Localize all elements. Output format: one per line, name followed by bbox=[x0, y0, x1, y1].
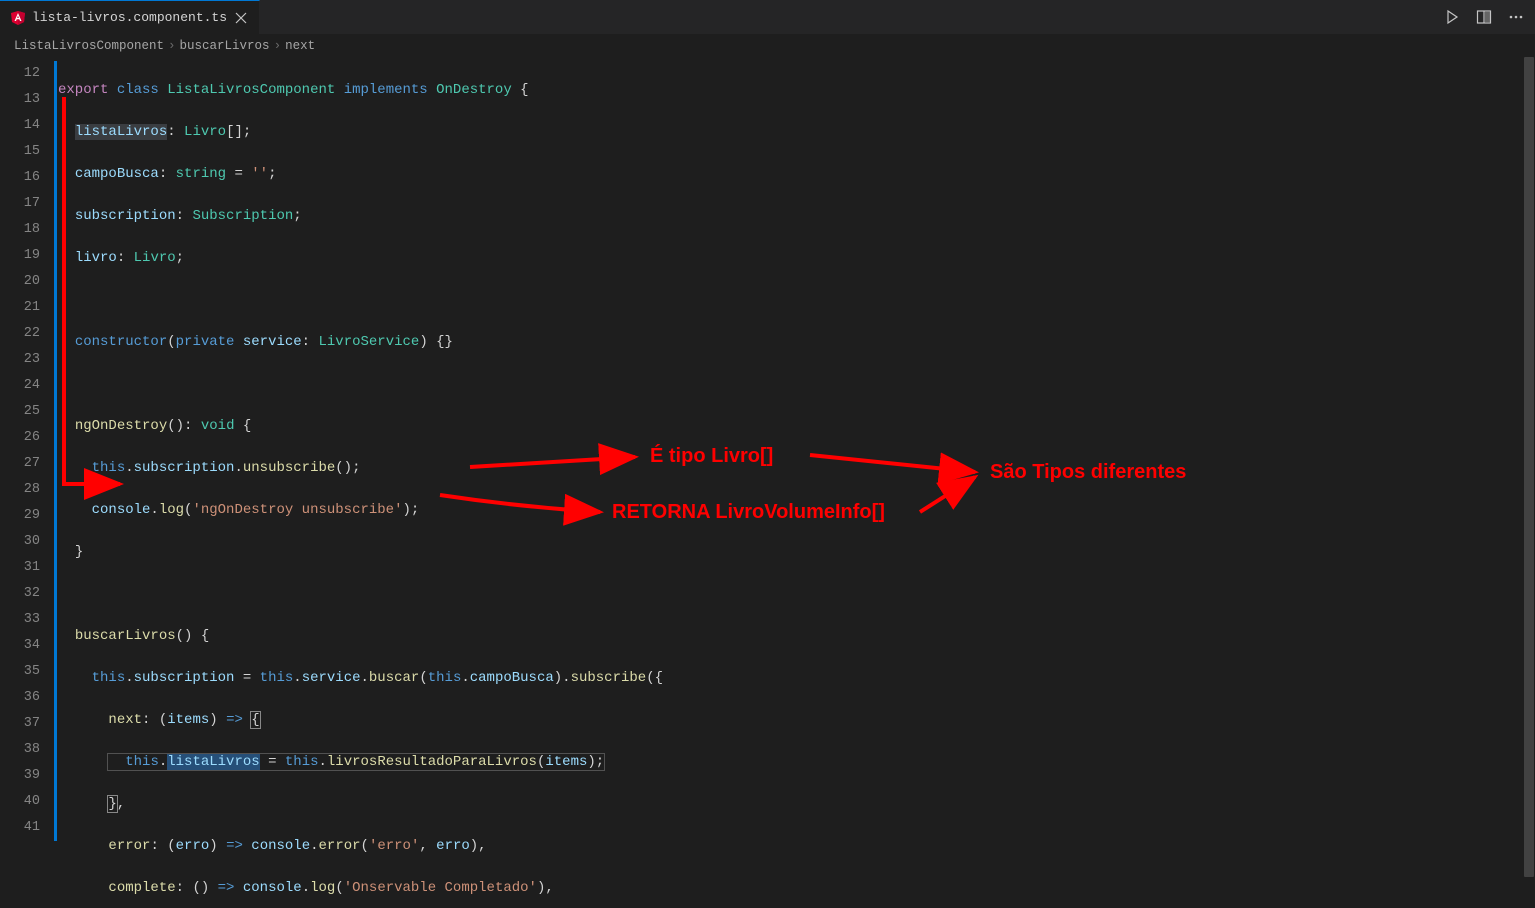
chevron-right-icon: › bbox=[168, 39, 176, 53]
angular-icon bbox=[10, 10, 26, 26]
breadcrumb-item[interactable]: next bbox=[285, 39, 315, 53]
run-icon[interactable] bbox=[1443, 8, 1461, 26]
tab-actions bbox=[1443, 0, 1535, 34]
close-icon[interactable] bbox=[233, 10, 249, 26]
tab-active[interactable]: lista-livros.component.ts bbox=[0, 0, 260, 34]
breadcrumb[interactable]: ListaLivrosComponent › buscarLivros › ne… bbox=[0, 35, 1535, 57]
line-gutter: 12 13 14 15 16 17 18 19 20 21 22 23 24 2… bbox=[0, 57, 58, 908]
more-icon[interactable] bbox=[1507, 8, 1525, 26]
tab-bar: lista-livros.component.ts bbox=[0, 0, 1535, 35]
scm-modified-indicator bbox=[54, 61, 57, 841]
breadcrumb-item[interactable]: ListaLivrosComponent bbox=[14, 39, 164, 53]
chevron-right-icon: › bbox=[274, 39, 282, 53]
code-content[interactable]: export class ListaLivrosComponent implem… bbox=[58, 57, 1535, 908]
scrollbar-thumb[interactable] bbox=[1524, 57, 1534, 877]
code-editor[interactable]: 12 13 14 15 16 17 18 19 20 21 22 23 24 2… bbox=[0, 57, 1535, 908]
vertical-scrollbar[interactable] bbox=[1521, 57, 1535, 908]
split-editor-icon[interactable] bbox=[1475, 8, 1493, 26]
tab-filename: lista-livros.component.ts bbox=[32, 10, 227, 25]
breadcrumb-item[interactable]: buscarLivros bbox=[180, 39, 270, 53]
